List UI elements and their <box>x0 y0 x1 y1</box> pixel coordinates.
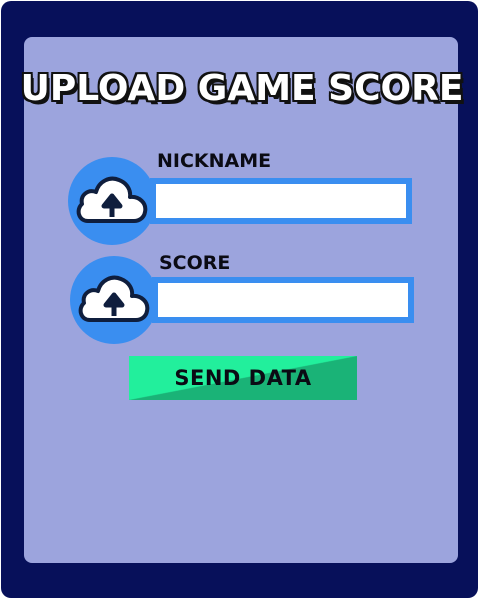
page-title: UPLOAD GAME SCORE <box>20 68 464 109</box>
score-upload-badge <box>70 256 158 344</box>
score-field-frame <box>152 277 414 323</box>
send-data-button[interactable]: SEND DATA <box>129 356 357 400</box>
cloud-upload-icon <box>78 275 150 322</box>
nickname-field-frame <box>150 178 412 224</box>
nickname-label: NICKNAME <box>157 150 272 172</box>
nickname-input[interactable] <box>156 184 406 218</box>
cloud-upload-icon <box>76 176 148 223</box>
score-input[interactable] <box>158 283 408 317</box>
nickname-upload-badge <box>68 157 156 245</box>
score-label: SCORE <box>159 252 231 274</box>
